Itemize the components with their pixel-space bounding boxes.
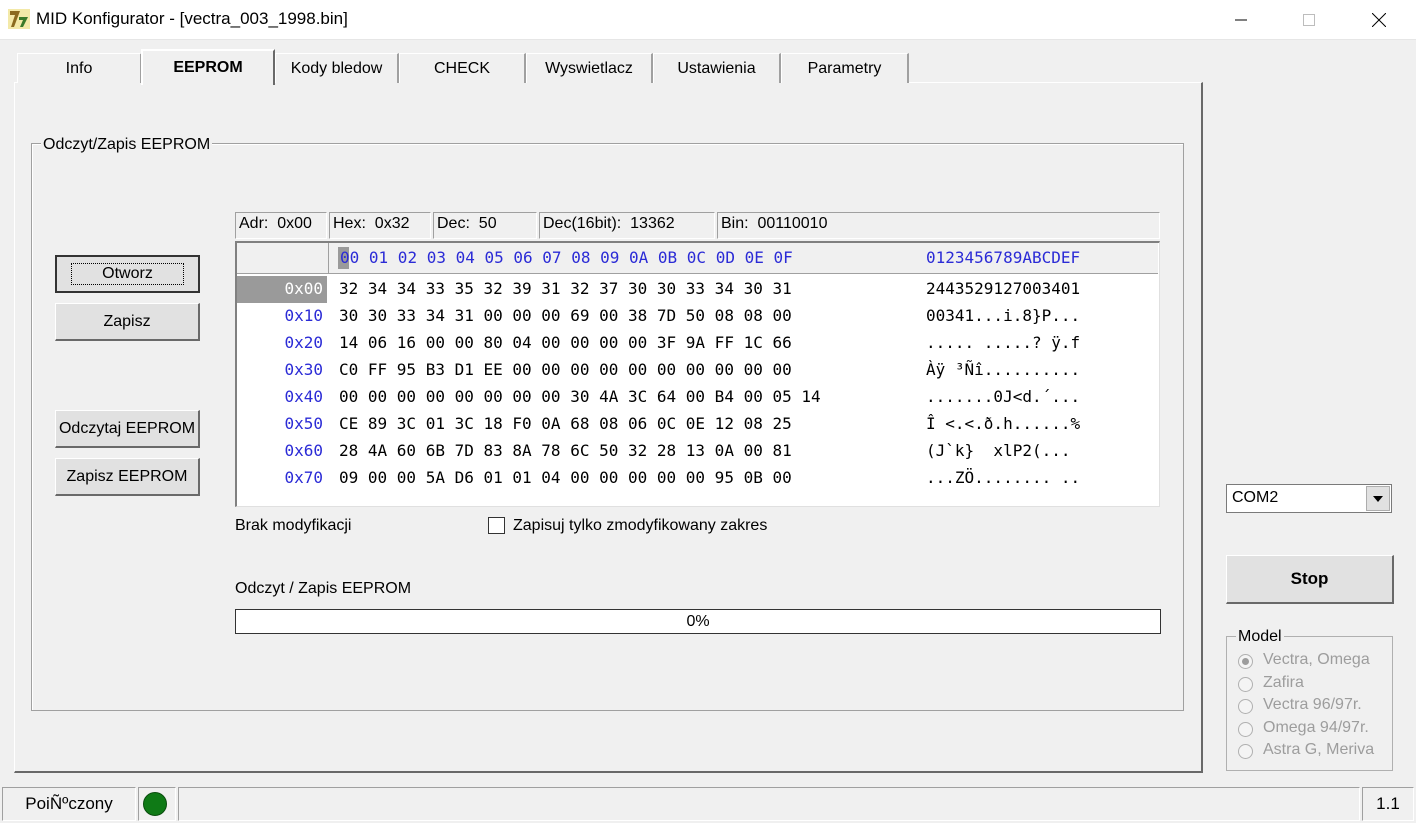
tab-kody-bledow[interactable]: Kody bledow	[275, 53, 399, 83]
close-button[interactable]	[1356, 0, 1402, 40]
hex-row-ascii[interactable]: (J`k} xlP2(...	[926, 438, 1071, 465]
hex-header: 00 01 02 03 04 05 06 07 08 09 0A 0B 0C 0…	[237, 243, 1158, 274]
hex-row-ascii[interactable]: Î <.<.ð.h......%	[926, 411, 1080, 438]
open-button[interactable]: Otworz	[55, 255, 200, 293]
hex-row-ascii[interactable]: 00341...i.8}P...	[926, 303, 1080, 330]
tab-wyswietlacz[interactable]: Wyswietlacz	[526, 53, 653, 83]
hex-row-address: 0x50	[284, 414, 323, 433]
info-dec16: Dec(16bit): 13362	[539, 212, 715, 239]
status-led-icon	[143, 792, 167, 816]
version-label: 1.1	[1362, 787, 1414, 821]
title-bar: MID Konfigurator - [vectra_003_1998.bin]	[0, 0, 1416, 40]
hex-row-address: 0x20	[284, 333, 323, 352]
stop-button[interactable]: Stop	[1226, 555, 1394, 604]
hex-row-address: 0x70	[284, 468, 323, 487]
model-radio[interactable]	[1238, 676, 1253, 692]
write-eeprom-label: Zapisz EEPROM	[66, 467, 188, 485]
maximize-button[interactable]	[1286, 0, 1332, 40]
progress-label: Odczyt / Zapis EEPROM	[235, 580, 412, 597]
hex-row-ascii[interactable]: ..... .....? ÿ.f	[926, 330, 1080, 357]
hex-row-bytes[interactable]: CE 89 3C 01 3C 18 F0 0A 68 08 06 0C 0E 1…	[339, 411, 792, 438]
model-radio-label: Vectra, Omega	[1263, 651, 1370, 668]
tab-label: CHECK	[433, 59, 490, 77]
model-radio[interactable]	[1238, 744, 1253, 759]
status-message	[178, 787, 1360, 821]
model-radio-label: Zafira	[1263, 673, 1304, 691]
minimize-button[interactable]	[1218, 0, 1264, 40]
model-title: Model	[1236, 628, 1284, 646]
hex-columns: 0 01 02 03 04 05 06 07 08 09 0A 0B 0C 0D…	[349, 248, 793, 267]
hex-row-bytes[interactable]: 14 06 16 00 00 80 04 00 00 00 00 3F 9A F…	[339, 330, 792, 357]
tab-eeprom[interactable]: EEPROM	[141, 49, 275, 85]
hex-editor[interactable]: 00 01 02 03 04 05 06 07 08 09 0A 0B 0C 0…	[235, 241, 1160, 507]
hex-row-ascii[interactable]: .......0J<d.´...	[926, 384, 1080, 411]
save-button-label: Zapisz	[103, 312, 151, 330]
tab-parametry[interactable]: Parametry	[781, 53, 909, 83]
hex-row-bytes[interactable]: C0 FF 95 B3 D1 EE 00 00 00 00 00 00 00 0…	[339, 357, 792, 384]
info-hex: Hex: 0x32	[329, 212, 431, 239]
hex-row-bytes[interactable]: 30 30 33 34 31 00 00 00 69 00 38 7D 50 0…	[339, 303, 792, 330]
hex-row-ascii[interactable]: 2443529127003401	[926, 276, 1080, 303]
groupbox-title: Odczyt/Zapis EEPROM	[41, 136, 213, 154]
dropdown-arrow-icon[interactable]	[1366, 486, 1390, 511]
hex-row-address: 0x00	[237, 276, 327, 303]
save-button[interactable]: Zapisz	[55, 303, 200, 341]
hex-row-bytes[interactable]: 28 4A 60 6B 7D 83 8A 78 6C 50 32 28 13 0…	[339, 438, 792, 465]
tab-ustawienia[interactable]: Ustawienia	[653, 53, 781, 83]
model-radio-label: Astra G, Meriva	[1263, 741, 1375, 758]
model-radio[interactable]	[1238, 654, 1253, 669]
write-eeprom-button[interactable]: Zapisz EEPROM	[55, 458, 200, 496]
model-radio-label: Vectra 96/97r.	[1263, 696, 1362, 713]
info-dec: Dec: 50	[433, 212, 537, 239]
hex-row-ascii[interactable]: ...ZÖ........ ..	[926, 465, 1080, 492]
connection-indicator	[138, 787, 176, 821]
model-radio-label: Omega 94/97r.	[1263, 718, 1369, 736]
ascii-header: 0123456789ABCDEF	[926, 248, 1081, 267]
tab-label: Wyswietlacz	[545, 59, 633, 77]
hex-row-bytes[interactable]: 32 34 34 33 35 32 39 31 32 37 30 30 33 3…	[339, 276, 792, 303]
hex-cursor-char: 0	[340, 248, 350, 267]
tab-info[interactable]: Info	[17, 53, 142, 83]
com-port-value: COM2	[1232, 489, 1279, 506]
modified-range-checkbox[interactable]	[488, 517, 505, 534]
stop-label: Stop	[1290, 569, 1329, 588]
hex-row-ascii[interactable]: Àÿ ³Ñî..........	[926, 357, 1080, 384]
tab-check[interactable]: CHECK	[399, 53, 526, 83]
tab-label: Parametry	[807, 59, 882, 77]
tab-label: Info	[65, 59, 93, 77]
open-button-label: Otworz	[71, 263, 184, 285]
window-title: MID Konfigurator - [vectra_003_1998.bin]	[36, 9, 348, 28]
hex-row-bytes[interactable]: 09 00 00 5A D6 01 01 04 00 00 00 00 00 9…	[339, 465, 792, 492]
hex-column-headers: 00 01 02 03 04 05 06 07 08 09 0A 0B 0C 0…	[340, 248, 793, 267]
connection-text: PoiÑºczony	[25, 794, 113, 813]
info-adr: Adr: 0x00	[235, 212, 327, 239]
tab-label: Ustawienia	[677, 59, 756, 77]
minimize-icon	[1235, 19, 1247, 21]
hex-corner	[237, 243, 329, 274]
maximize-icon	[1303, 14, 1315, 26]
hex-row-address: 0x40	[284, 387, 323, 406]
tab-label: Kody bledow	[290, 59, 383, 77]
progress-bar: 0%	[235, 609, 1161, 634]
app-icon	[8, 9, 30, 29]
hex-row-address: 0x10	[284, 306, 323, 325]
hex-row-address: 0x30	[284, 360, 323, 379]
connection-status: PoiÑºczony	[2, 787, 136, 821]
info-bin: Bin: 00110010	[717, 212, 1160, 239]
close-icon	[1372, 13, 1386, 27]
model-radio[interactable]	[1238, 721, 1253, 737]
progress-text: 0%	[686, 612, 710, 630]
read-eeprom-label: Odczytaj EEPROM	[58, 419, 196, 437]
tab-label: EEPROM	[173, 59, 243, 76]
model-radio[interactable]	[1238, 699, 1253, 714]
read-eeprom-button[interactable]: Odczytaj EEPROM	[55, 410, 200, 448]
version-text: 1.1	[1376, 794, 1400, 813]
modification-status: Brak modyfikacji	[235, 517, 352, 534]
modified-range-label: Zapisuj tylko zmodyfikowany zakres	[513, 517, 768, 534]
com-port-select[interactable]: COM2	[1226, 484, 1392, 513]
hex-row-address: 0x60	[284, 441, 323, 460]
hex-row-bytes[interactable]: 00 00 00 00 00 00 00 00 30 4A 3C 64 00 B…	[339, 384, 821, 411]
